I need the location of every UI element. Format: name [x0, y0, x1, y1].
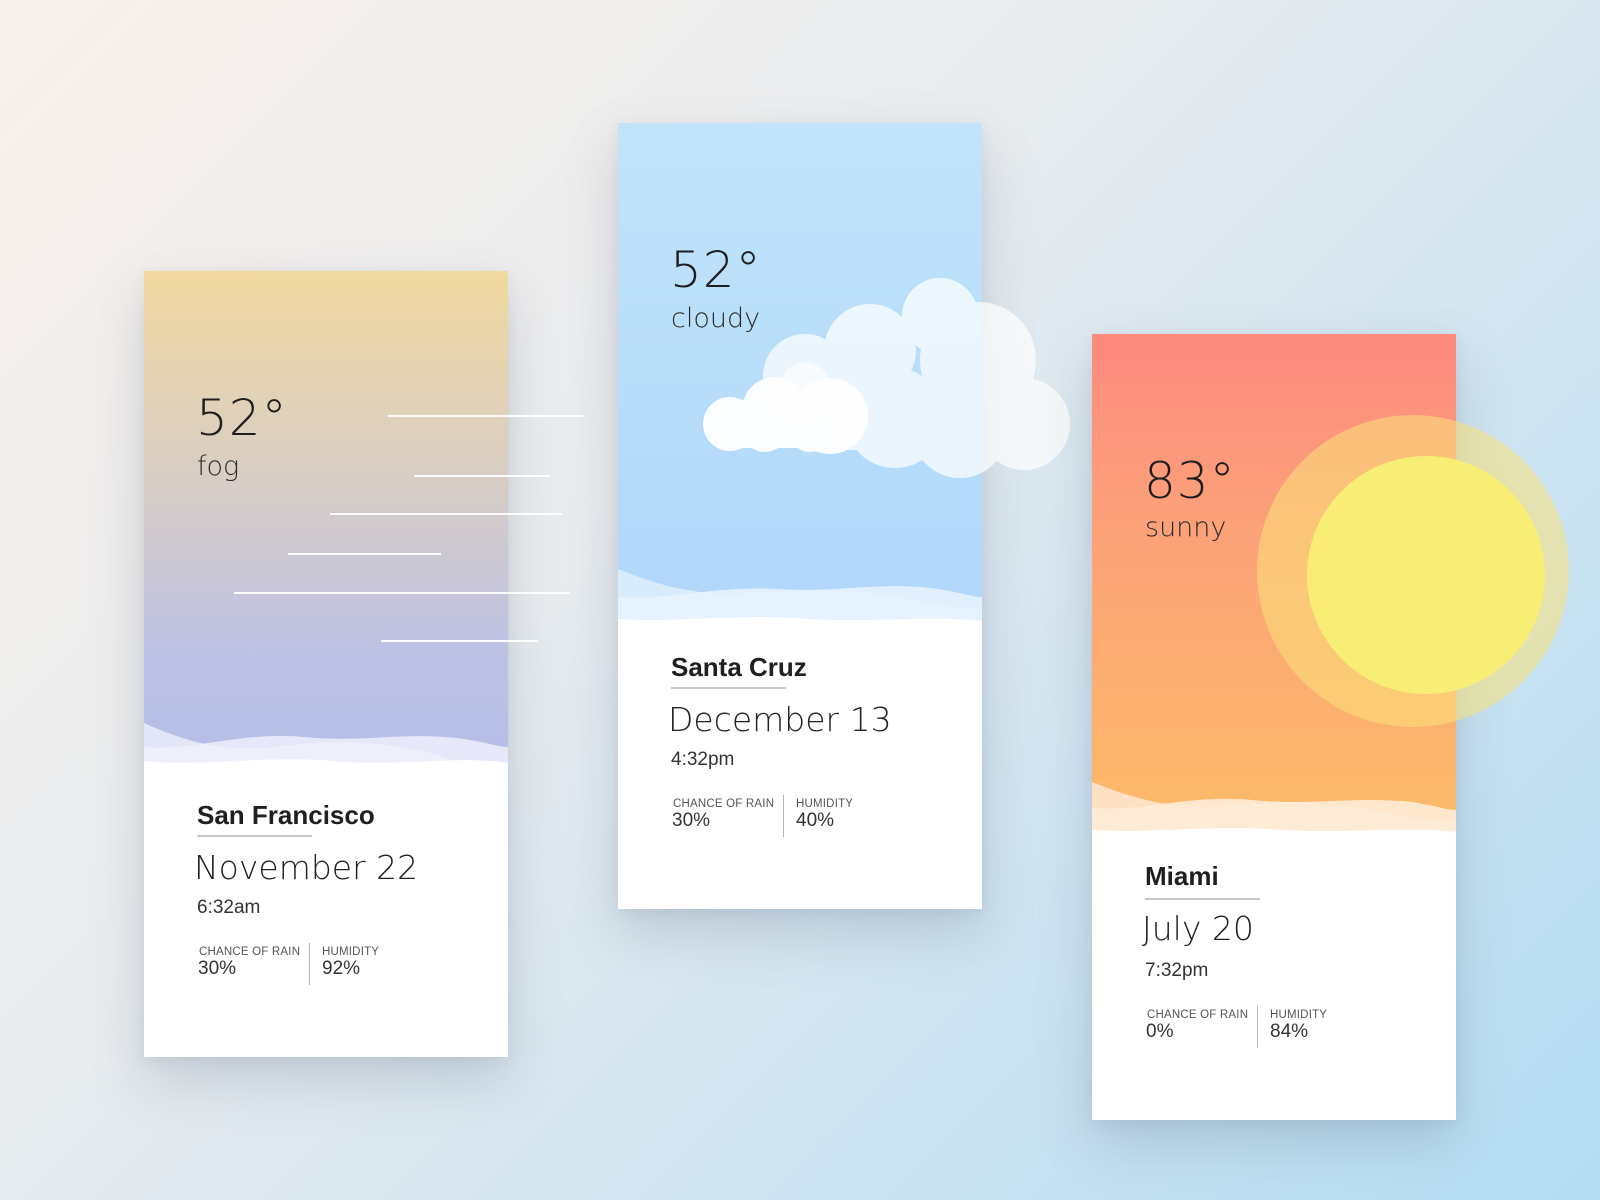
date: July 20 [1142, 909, 1254, 948]
condition: fog [197, 451, 240, 482]
humidity-value: 84% [1270, 1021, 1309, 1042]
sky-panel: 52° fog [144, 271, 508, 791]
rain-label: CHANCE OF RAIN [1147, 1009, 1249, 1021]
condition: sunny [1145, 512, 1227, 543]
hills-decoration [1092, 782, 1456, 854]
details-panel: Santa Cruz December 13 4:32pm CHANCE OF … [618, 643, 982, 909]
sky-panel: 52° cloudy [618, 123, 982, 643]
weather-card-santa-cruz[interactable]: 52° cloudy Santa Cruz December 13 4:32pm… [618, 123, 982, 909]
time: 4:32pm [671, 749, 735, 770]
humidity-value: 92% [322, 958, 361, 979]
condition: cloudy [671, 303, 761, 334]
rain-label: CHANCE OF RAIN [673, 798, 775, 810]
details-panel: San Francisco November 22 6:32am CHANCE … [144, 791, 508, 1057]
rain-value: 30% [672, 810, 711, 831]
city-name: Miami [1145, 861, 1219, 891]
city-name: Santa Cruz [671, 652, 807, 682]
temperature: 52° [670, 241, 762, 299]
stat-divider [783, 795, 784, 837]
rain-label: CHANCE OF RAIN [199, 946, 301, 958]
date: November 22 [194, 848, 419, 887]
weather-card-miami[interactable]: 83° sunny Miami July 20 7:32pm CHANCE OF… [1092, 334, 1456, 1120]
temperature: 83° [1144, 452, 1236, 510]
details-panel: Miami July 20 7:32pm CHANCE OF RAIN 0% H… [1092, 854, 1456, 1120]
humidity-label: HUMIDITY [322, 946, 380, 958]
sky-panel: 83° sunny [1092, 334, 1456, 854]
humidity-label: HUMIDITY [796, 798, 854, 810]
rain-value: 30% [198, 958, 237, 979]
humidity-value: 40% [796, 810, 835, 831]
temperature: 52° [196, 389, 288, 447]
city-underline [671, 687, 786, 689]
hills-decoration [618, 569, 982, 643]
stat-divider [309, 943, 310, 985]
rain-value: 0% [1146, 1021, 1174, 1042]
time: 7:32pm [1145, 960, 1209, 981]
humidity-label: HUMIDITY [1270, 1009, 1328, 1021]
time: 6:32am [197, 897, 261, 918]
city-underline [197, 835, 312, 837]
hills-decoration [144, 723, 508, 791]
city-underline [1145, 898, 1260, 900]
date: December 13 [668, 700, 892, 739]
weather-card-san-francisco[interactable]: 52° fog San Francisco November 22 6:32am… [144, 271, 508, 1057]
city-name: San Francisco [197, 800, 375, 830]
stat-divider [1257, 1006, 1258, 1048]
